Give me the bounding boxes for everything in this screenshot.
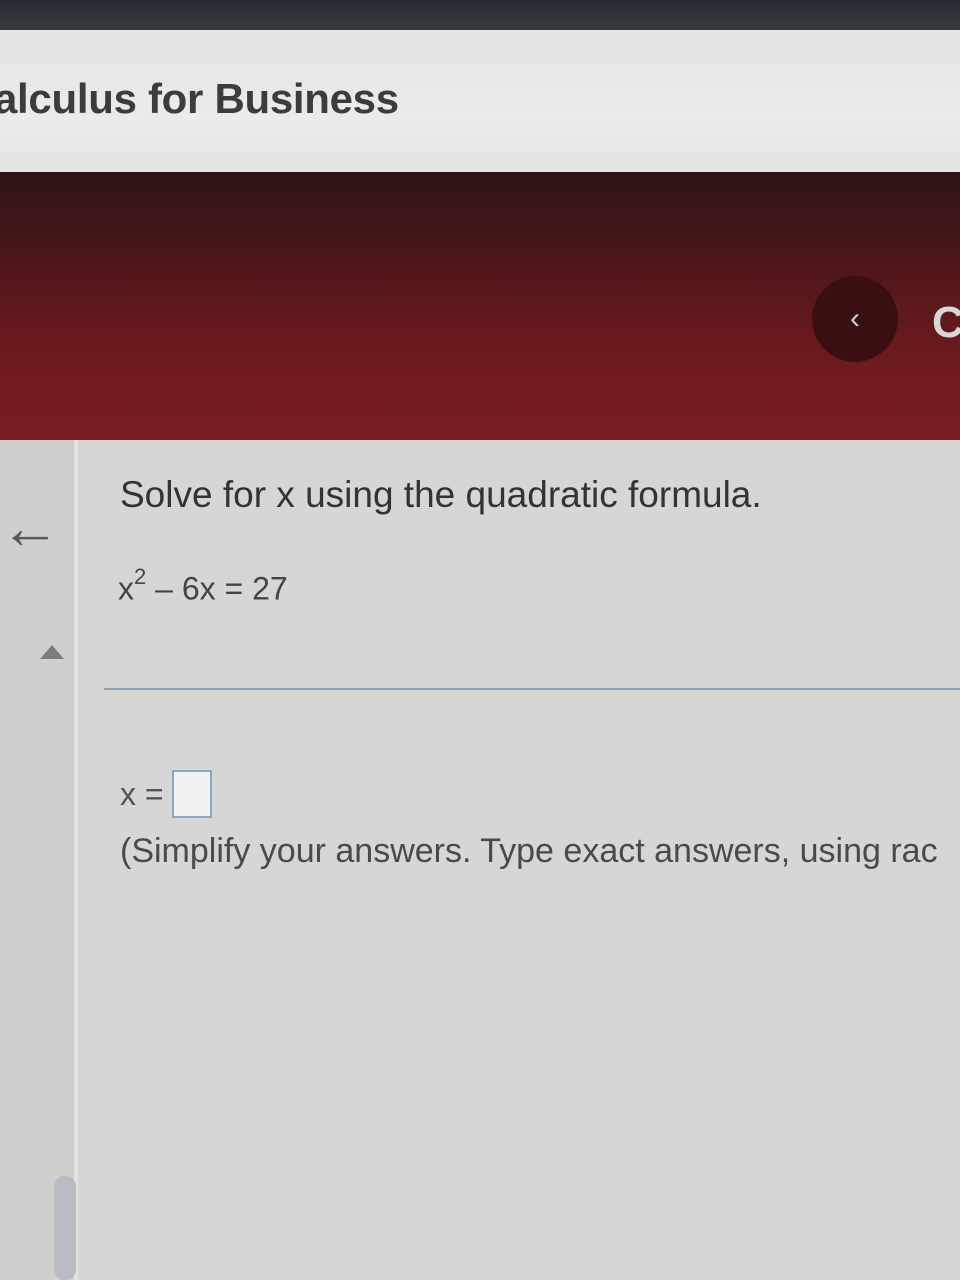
previous-question-button[interactable]: ‹ bbox=[812, 276, 898, 362]
chevron-left-icon: ‹ bbox=[850, 302, 860, 335]
equation: x2 – 6x = 27 bbox=[118, 564, 288, 608]
answer-input[interactable] bbox=[171, 770, 212, 818]
back-arrow-icon[interactable]: ← bbox=[0, 498, 60, 558]
answer-label: x = bbox=[120, 775, 164, 812]
scrollbar-thumb[interactable] bbox=[54, 1176, 76, 1280]
next-question-button[interactable]: C bbox=[932, 298, 960, 348]
section-divider bbox=[104, 688, 960, 690]
answer-instructions: (Simplify your answers. Type exact answe… bbox=[120, 832, 938, 870]
equation-exponent: 2 bbox=[134, 564, 147, 589]
answer-row: x = bbox=[120, 770, 212, 818]
course-title: alculus for Business bbox=[0, 75, 399, 122]
question-prompt: Solve for x using the quadratic formula. bbox=[120, 474, 762, 515]
collapse-toggle-icon[interactable] bbox=[40, 645, 64, 659]
equation-base: x bbox=[118, 570, 134, 607]
equation-rest: – 6x = 27 bbox=[146, 570, 288, 607]
page: alculus for Business ‹ C ← Solve for x u… bbox=[0, 0, 960, 1280]
left-rail bbox=[0, 440, 78, 1280]
